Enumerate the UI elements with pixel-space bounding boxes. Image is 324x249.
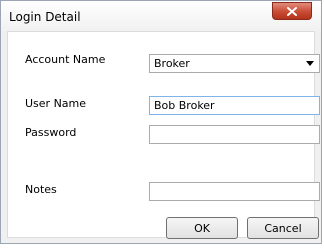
password-input[interactable] <box>149 125 320 144</box>
password-label: Password <box>25 126 77 139</box>
notes-label: Notes <box>25 183 57 196</box>
account-name-value: Broker <box>154 57 190 70</box>
dialog-content: Account Name Broker User Name Password N… <box>7 31 320 239</box>
account-name-select[interactable]: Broker <box>149 54 320 73</box>
login-detail-dialog: Login Detail Account Name Broker User Na… <box>0 0 322 244</box>
title-bar[interactable]: Login Detail <box>1 1 321 31</box>
ok-button[interactable]: OK <box>166 217 238 239</box>
chevron-down-icon <box>306 60 314 66</box>
cancel-button[interactable]: Cancel <box>247 217 319 239</box>
close-button[interactable] <box>272 2 312 20</box>
close-icon <box>287 6 297 16</box>
account-name-label: Account Name <box>25 53 106 66</box>
window-title: Login Detail <box>9 10 81 24</box>
user-name-label: User Name <box>25 97 87 110</box>
notes-input[interactable] <box>149 182 320 201</box>
user-name-input[interactable] <box>149 96 320 115</box>
